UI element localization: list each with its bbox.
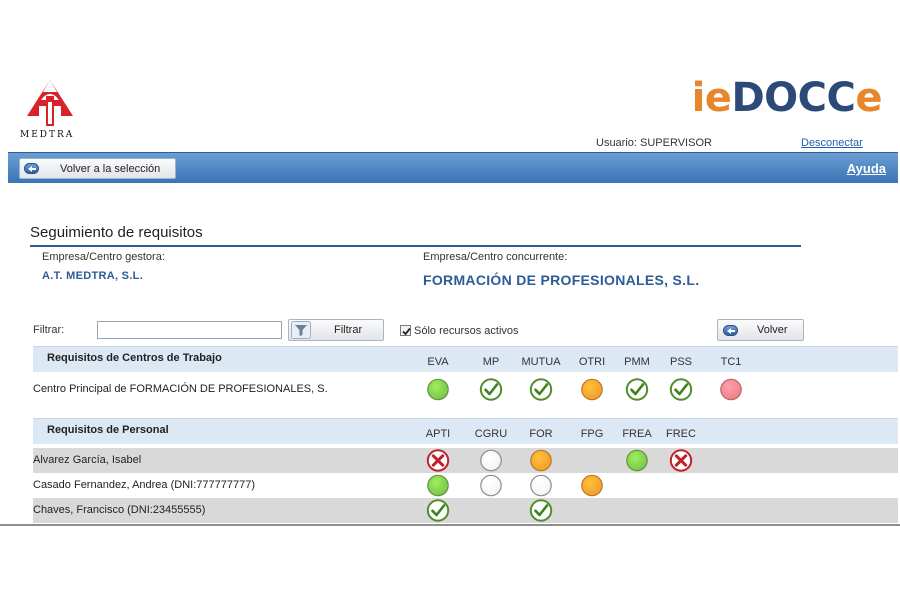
status-green-dot-icon[interactable] [427,474,450,497]
status-check-icon[interactable] [479,378,503,401]
status-green-dot-icon[interactable] [626,449,649,472]
table-row[interactable]: Alvarez García, Isabel [33,448,898,473]
column-header-frea: FREA [622,428,652,440]
table-row[interactable]: Chaves, Francisco (DNI:23455555) [33,498,898,523]
status-white-dot-icon[interactable] [530,474,553,497]
column-header-mutua: MUTUA [521,356,561,368]
status-orange-dot-icon[interactable] [581,378,604,401]
status-white-dot-icon[interactable] [480,474,503,497]
column-header-eva: EVA [427,356,449,368]
work_centers-grid-title: Requisitos de Centros de Trabajo [47,352,222,364]
filter-button[interactable]: Filtrar [288,319,384,341]
logout-link[interactable]: Desconectar [801,137,863,149]
work_centers-grid-header: Requisitos de Centros de Trabajo [33,346,898,372]
gestora-label: Empresa/Centro gestora: [42,251,165,263]
active-only-checkbox[interactable] [400,325,411,336]
status-green-dot-icon[interactable] [427,378,450,401]
personnel-grid-title: Requisitos de Personal [47,424,169,436]
column-header-fpg: FPG [580,428,604,440]
personnel-grid-header: Requisitos de Personal [33,418,898,444]
status-check-icon[interactable] [625,378,649,401]
bottom-divider [0,524,900,526]
column-header-mp: MP [482,356,500,368]
row-name: Alvarez García, Isabel [33,454,142,466]
brand-part-doc: DOC [731,75,827,121]
medtra-logo: MEDTRA [20,78,80,142]
status-cross-icon[interactable] [426,449,450,472]
status-cross-icon[interactable] [669,449,693,472]
column-header-otri: OTRI [578,356,606,368]
column-header-apti: APTI [425,428,451,440]
help-link[interactable]: Ayuda [847,161,886,176]
back-arrow-icon [723,325,738,336]
concurrente-label: Empresa/Centro concurrente: [423,251,568,263]
status-check-icon[interactable] [669,378,693,401]
row-name: Casado Fernandez, Andrea (DNI:777777777) [33,479,255,491]
status-orange-dot-icon[interactable] [530,449,553,472]
status-check-icon[interactable] [426,499,450,522]
back-to-selection-button[interactable]: Volver a la selección [19,158,176,179]
column-header-cgru: CGRU [474,428,508,440]
page-title: Seguimiento de requisitos [30,224,203,241]
status-orange-dot-icon[interactable] [581,474,604,497]
brand-part-i: i [691,75,706,121]
gestora-value: A.T. MEDTRA, S.L. [42,270,144,282]
active-only-label: Sólo recursos activos [414,325,519,337]
checkmark-icon [402,327,411,336]
brand-part-e: e [855,75,882,121]
title-divider [30,245,801,247]
volver-label: Volver [757,324,788,336]
current-user: Usuario: SUPERVISOR [596,137,712,149]
column-header-pmm: PMM [624,356,650,368]
column-header-pss: PSS [669,356,693,368]
row-name: Chaves, Francisco (DNI:23455555) [33,504,206,516]
back-to-selection-label: Volver a la selección [60,163,161,175]
brand-part-e-small: e [704,75,732,121]
status-red-dot-icon[interactable] [720,378,743,401]
column-header-frec: FREC [666,428,696,440]
concurrente-value: FORMACIÓN DE PROFESIONALES, S.L. [423,272,700,288]
column-header-tc1: TC1 [720,356,742,368]
medtra-logo-text: MEDTRA [20,130,75,140]
status-white-dot-icon[interactable] [480,449,503,472]
column-header-for: FOR [529,428,553,440]
filter-input[interactable] [97,321,282,339]
medtra-logo-icon [27,80,73,126]
table-row[interactable]: Centro Principal de FORMACIÓN DE PROFESI… [33,377,898,402]
top-toolbar: Volver a la selección Ayuda [8,152,898,183]
filter-button-label: Filtrar [334,324,363,336]
iedoce-brand-logo: ieDOCCe [691,75,883,121]
filter-funnel-icon [291,321,311,339]
table-row[interactable]: Casado Fernandez, Andrea (DNI:777777777) [33,473,898,498]
filter-label: Filtrar: [33,324,65,336]
volver-button[interactable]: Volver [717,319,804,341]
status-check-icon[interactable] [529,499,553,522]
row-name: Centro Principal de FORMACIÓN DE PROFESI… [33,383,328,395]
status-check-icon[interactable] [529,378,553,401]
back-arrow-icon [24,163,39,174]
brand-part-c: C [826,75,856,121]
